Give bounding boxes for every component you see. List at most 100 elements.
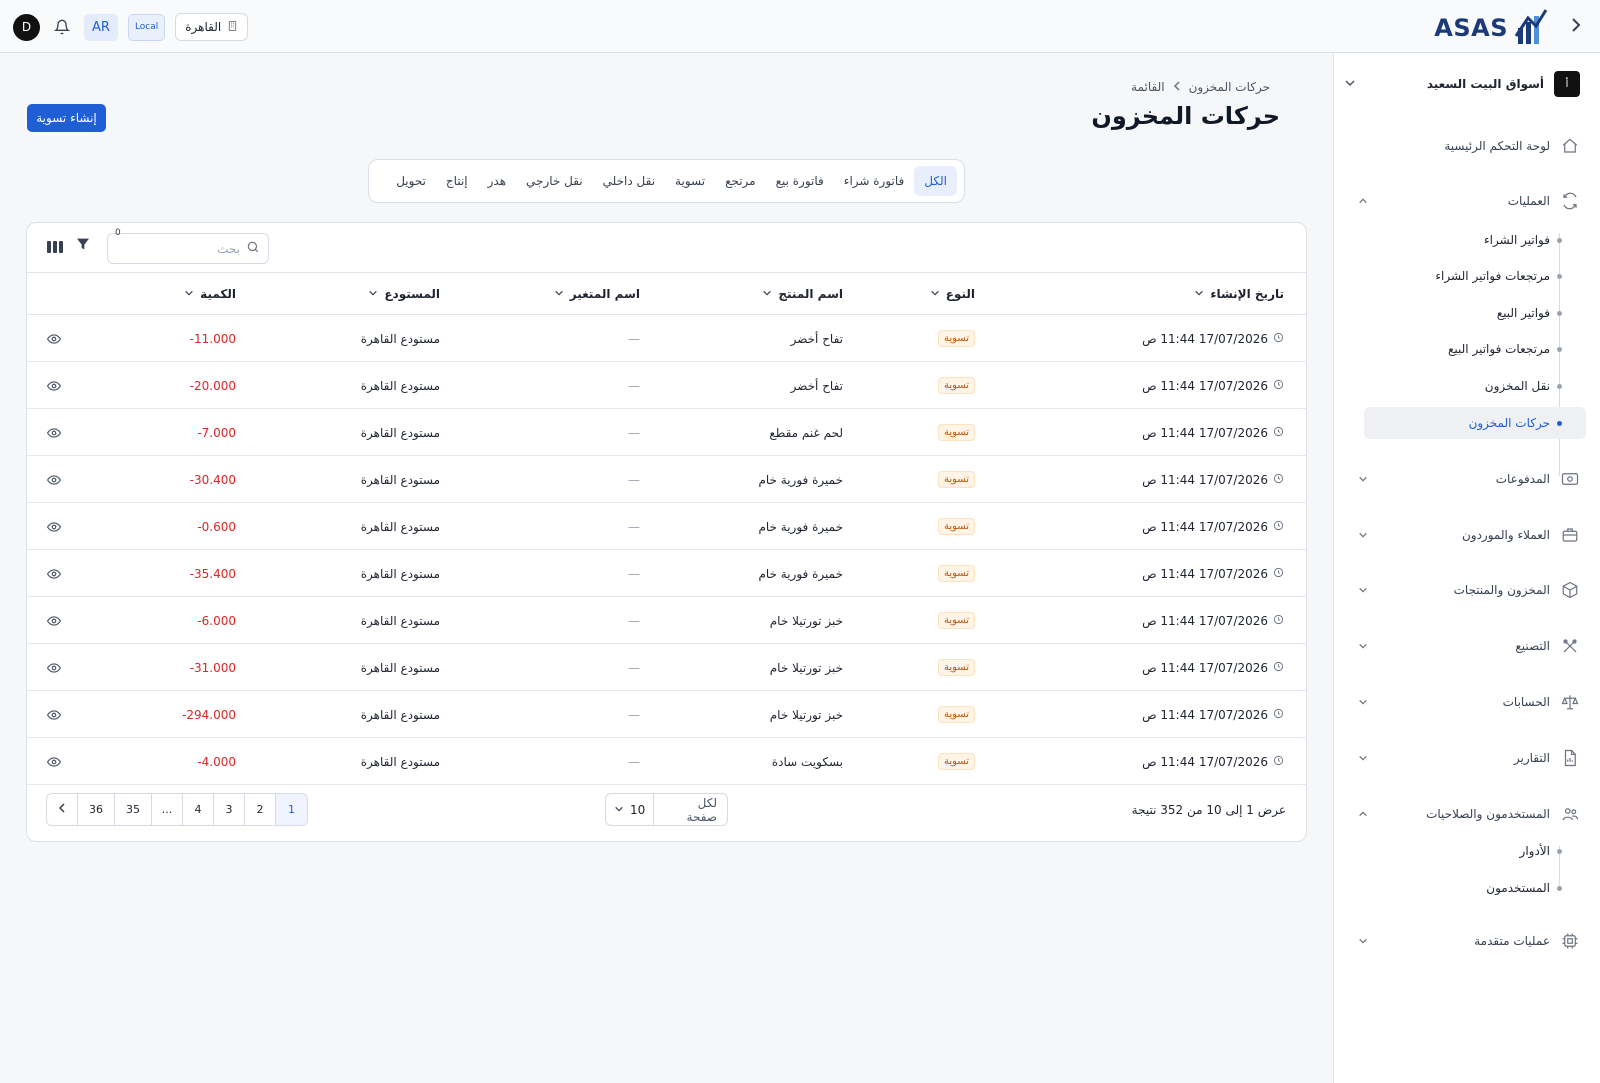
organization-switcher[interactable]: أ أسواق البيت السعيد — [1344, 69, 1580, 99]
stock-movements-table: بحث 0 تاريخ الإنشاء النوع اسم المنتج اسم… — [26, 222, 1307, 842]
sidebar-item-label: العملاء والموردون — [1461, 528, 1550, 542]
eye-icon[interactable] — [47, 503, 61, 550]
sidebar-subitem-roles[interactable]: الأدوار — [1364, 836, 1586, 866]
user-avatar[interactable]: D — [13, 13, 40, 41]
page-button[interactable]: 3 — [214, 794, 245, 825]
table-row[interactable]: 17/07/2026 11:44 ص تسوية خبز تورتيلا خام — م… — [27, 597, 1306, 644]
environment-badge[interactable]: Local — [127, 13, 166, 41]
tab-adjustment[interactable]: تسوية — [665, 166, 715, 196]
eye-icon[interactable] — [47, 550, 61, 597]
eye-icon[interactable] — [47, 362, 61, 409]
table-row[interactable]: 17/07/2026 11:44 ص تسوية تفاح أخضر — مستودع … — [27, 315, 1306, 362]
per-page-label: لكل صفحة — [653, 794, 727, 825]
sidebar-subitem-stock-transfer[interactable]: نقل المخزون — [1364, 371, 1586, 401]
sidebar-item-inventory[interactable]: المخزون والمنتجات — [1356, 575, 1580, 605]
sidebar-subitem-purchase-invoices[interactable]: فواتير الشراء — [1364, 225, 1586, 255]
tab-waste[interactable]: هدر — [478, 166, 516, 196]
language-switch[interactable]: AR — [84, 13, 118, 41]
breadcrumb-link[interactable]: حركات المخزون — [1189, 80, 1270, 94]
cell-warehouse: مستودع القاهرة — [360, 754, 440, 769]
sidebar-item-label: المستخدمون والصلاحيات — [1426, 807, 1550, 821]
tab-return[interactable]: مرتجع — [715, 166, 766, 196]
eye-icon[interactable] — [47, 597, 61, 644]
page-button[interactable]: 36 — [78, 794, 115, 825]
app-logo[interactable]: ASAS — [1434, 6, 1548, 49]
sidebar-item-advanced[interactable]: عمليات متقدمة — [1356, 926, 1580, 956]
table-row[interactable]: 17/07/2026 11:44 ص تسوية لحم غنم مقطع — مستو… — [27, 409, 1306, 456]
sidebar-subitem-sales-invoices[interactable]: فواتير البيع — [1364, 298, 1586, 328]
per-page-value: 10 — [630, 802, 646, 817]
sidebar-item-reports[interactable]: التقارير — [1356, 743, 1580, 773]
tab-production[interactable]: إنتاج — [436, 166, 478, 196]
cell-variant: — — [628, 472, 640, 487]
page-button[interactable]: 4 — [183, 794, 214, 825]
cell-variant: — — [628, 519, 640, 534]
page-button[interactable]: 35 — [115, 794, 152, 825]
tab-purchase-invoice[interactable]: فاتورة شراء — [834, 166, 914, 196]
sidebar-item-payments[interactable]: المدفوعات — [1356, 464, 1580, 494]
eye-icon[interactable] — [47, 738, 61, 785]
eye-icon[interactable] — [47, 409, 61, 456]
tab-conversion[interactable]: تحويل — [386, 166, 436, 196]
cell-quantity: -294.000 — [182, 691, 236, 738]
cell-product: خبز تورتيلا خام — [769, 707, 843, 722]
sidebar-subitem-stock-movements[interactable]: حركات المخزون — [1364, 407, 1586, 439]
eye-icon[interactable] — [47, 691, 61, 738]
branch-name: القاهرة — [185, 20, 222, 34]
column-header-date[interactable]: تاريخ الإنشاء — [1194, 273, 1284, 315]
quantity-text: -11.000 — [189, 331, 236, 346]
breadcrumb: حركات المخزون القائمة — [1131, 80, 1270, 94]
column-label: تاريخ الإنشاء — [1210, 287, 1284, 301]
tab-all[interactable]: الكل — [914, 166, 957, 196]
quantity-text: -294.000 — [182, 707, 236, 722]
column-header-product[interactable]: اسم المنتج — [762, 273, 843, 315]
branch-selector[interactable]: القاهرة — [175, 13, 249, 41]
column-header-warehouse[interactable]: المستودع — [368, 273, 440, 315]
per-page-select[interactable]: لكل صفحة 10 — [605, 793, 728, 826]
table-row[interactable]: 17/07/2026 11:44 ص تسوية خميرة فورية خام — م… — [27, 503, 1306, 550]
sidebar-subitem-sales-returns[interactable]: مرتجعات فواتير البيع — [1364, 334, 1586, 364]
sidebar-item-manufacturing[interactable]: التصنيع — [1356, 631, 1580, 661]
bell-icon[interactable] — [50, 15, 74, 39]
sidebar-item-clients-suppliers[interactable]: العملاء والموردون — [1356, 520, 1580, 550]
date-text: 17/07/2026 11:44 ص — [1142, 378, 1268, 393]
column-header-quantity[interactable]: الكمية — [184, 273, 236, 315]
sidebar-toggle-icon[interactable] — [1570, 17, 1582, 36]
filter-button[interactable]: 0 — [75, 228, 121, 258]
create-adjustment-button[interactable]: إنشاء تسوية — [27, 104, 106, 132]
table-row[interactable]: 17/07/2026 11:44 ص تسوية خبز تورتيلا خام — م… — [27, 644, 1306, 691]
quantity-text: -6.000 — [197, 613, 236, 628]
eye-icon[interactable] — [47, 456, 61, 503]
table-row[interactable]: 17/07/2026 11:44 ص تسوية خميرة فورية خام — م… — [27, 550, 1306, 597]
columns-icon[interactable] — [47, 240, 63, 257]
eye-icon[interactable] — [47, 315, 61, 362]
clock-icon — [1273, 567, 1284, 581]
table-row[interactable]: 17/07/2026 11:44 ص تسوية خبز تورتيلا خام — م… — [27, 691, 1306, 738]
sidebar-item-label: التصنيع — [1515, 639, 1550, 653]
sidebar-subitem-users[interactable]: المستخدمون — [1364, 873, 1586, 903]
tab-external-transfer[interactable]: نقل خارجي — [516, 166, 593, 196]
sidebar-item-dashboard[interactable]: لوحة التحكم الرئيسية — [1356, 131, 1580, 161]
cell-quantity: -35.400 — [190, 550, 236, 597]
cell-quantity: -7.000 — [197, 409, 236, 456]
next-page-button[interactable] — [47, 794, 78, 825]
sidebar-item-operations[interactable]: العمليات — [1356, 186, 1580, 216]
eye-icon[interactable] — [47, 644, 61, 691]
page-button-current[interactable]: 1 — [276, 794, 307, 825]
search-icon — [246, 240, 260, 257]
table-row[interactable]: 17/07/2026 11:44 ص تسوية تفاح أخضر — مستودع … — [27, 362, 1306, 409]
tab-sales-invoice[interactable]: فاتورة بيع — [766, 166, 834, 196]
table-row[interactable]: 17/07/2026 11:44 ص تسوية خميرة فورية خام — م… — [27, 456, 1306, 503]
column-header-variant[interactable]: اسم المتغير — [554, 273, 640, 315]
cell-variant: — — [628, 707, 640, 722]
sidebar-item-accounts[interactable]: الحسابات — [1356, 687, 1580, 717]
tab-internal-transfer[interactable]: نقل داخلي — [593, 166, 665, 196]
column-header-type[interactable]: النوع — [930, 273, 975, 315]
sidebar-subitem-purchase-returns[interactable]: مرتجعات فواتير الشراء — [1364, 261, 1586, 291]
table-row[interactable]: 17/07/2026 11:44 ص تسوية بسكويت سادة — مستود… — [27, 738, 1306, 785]
search-input[interactable]: بحث — [107, 233, 269, 264]
sidebar-item-users-permissions[interactable]: المستخدمون والصلاحيات — [1356, 799, 1580, 829]
cell-warehouse: مستودع القاهرة — [360, 660, 440, 675]
cell-type: تسوية — [937, 409, 975, 456]
page-button[interactable]: 2 — [245, 794, 276, 825]
